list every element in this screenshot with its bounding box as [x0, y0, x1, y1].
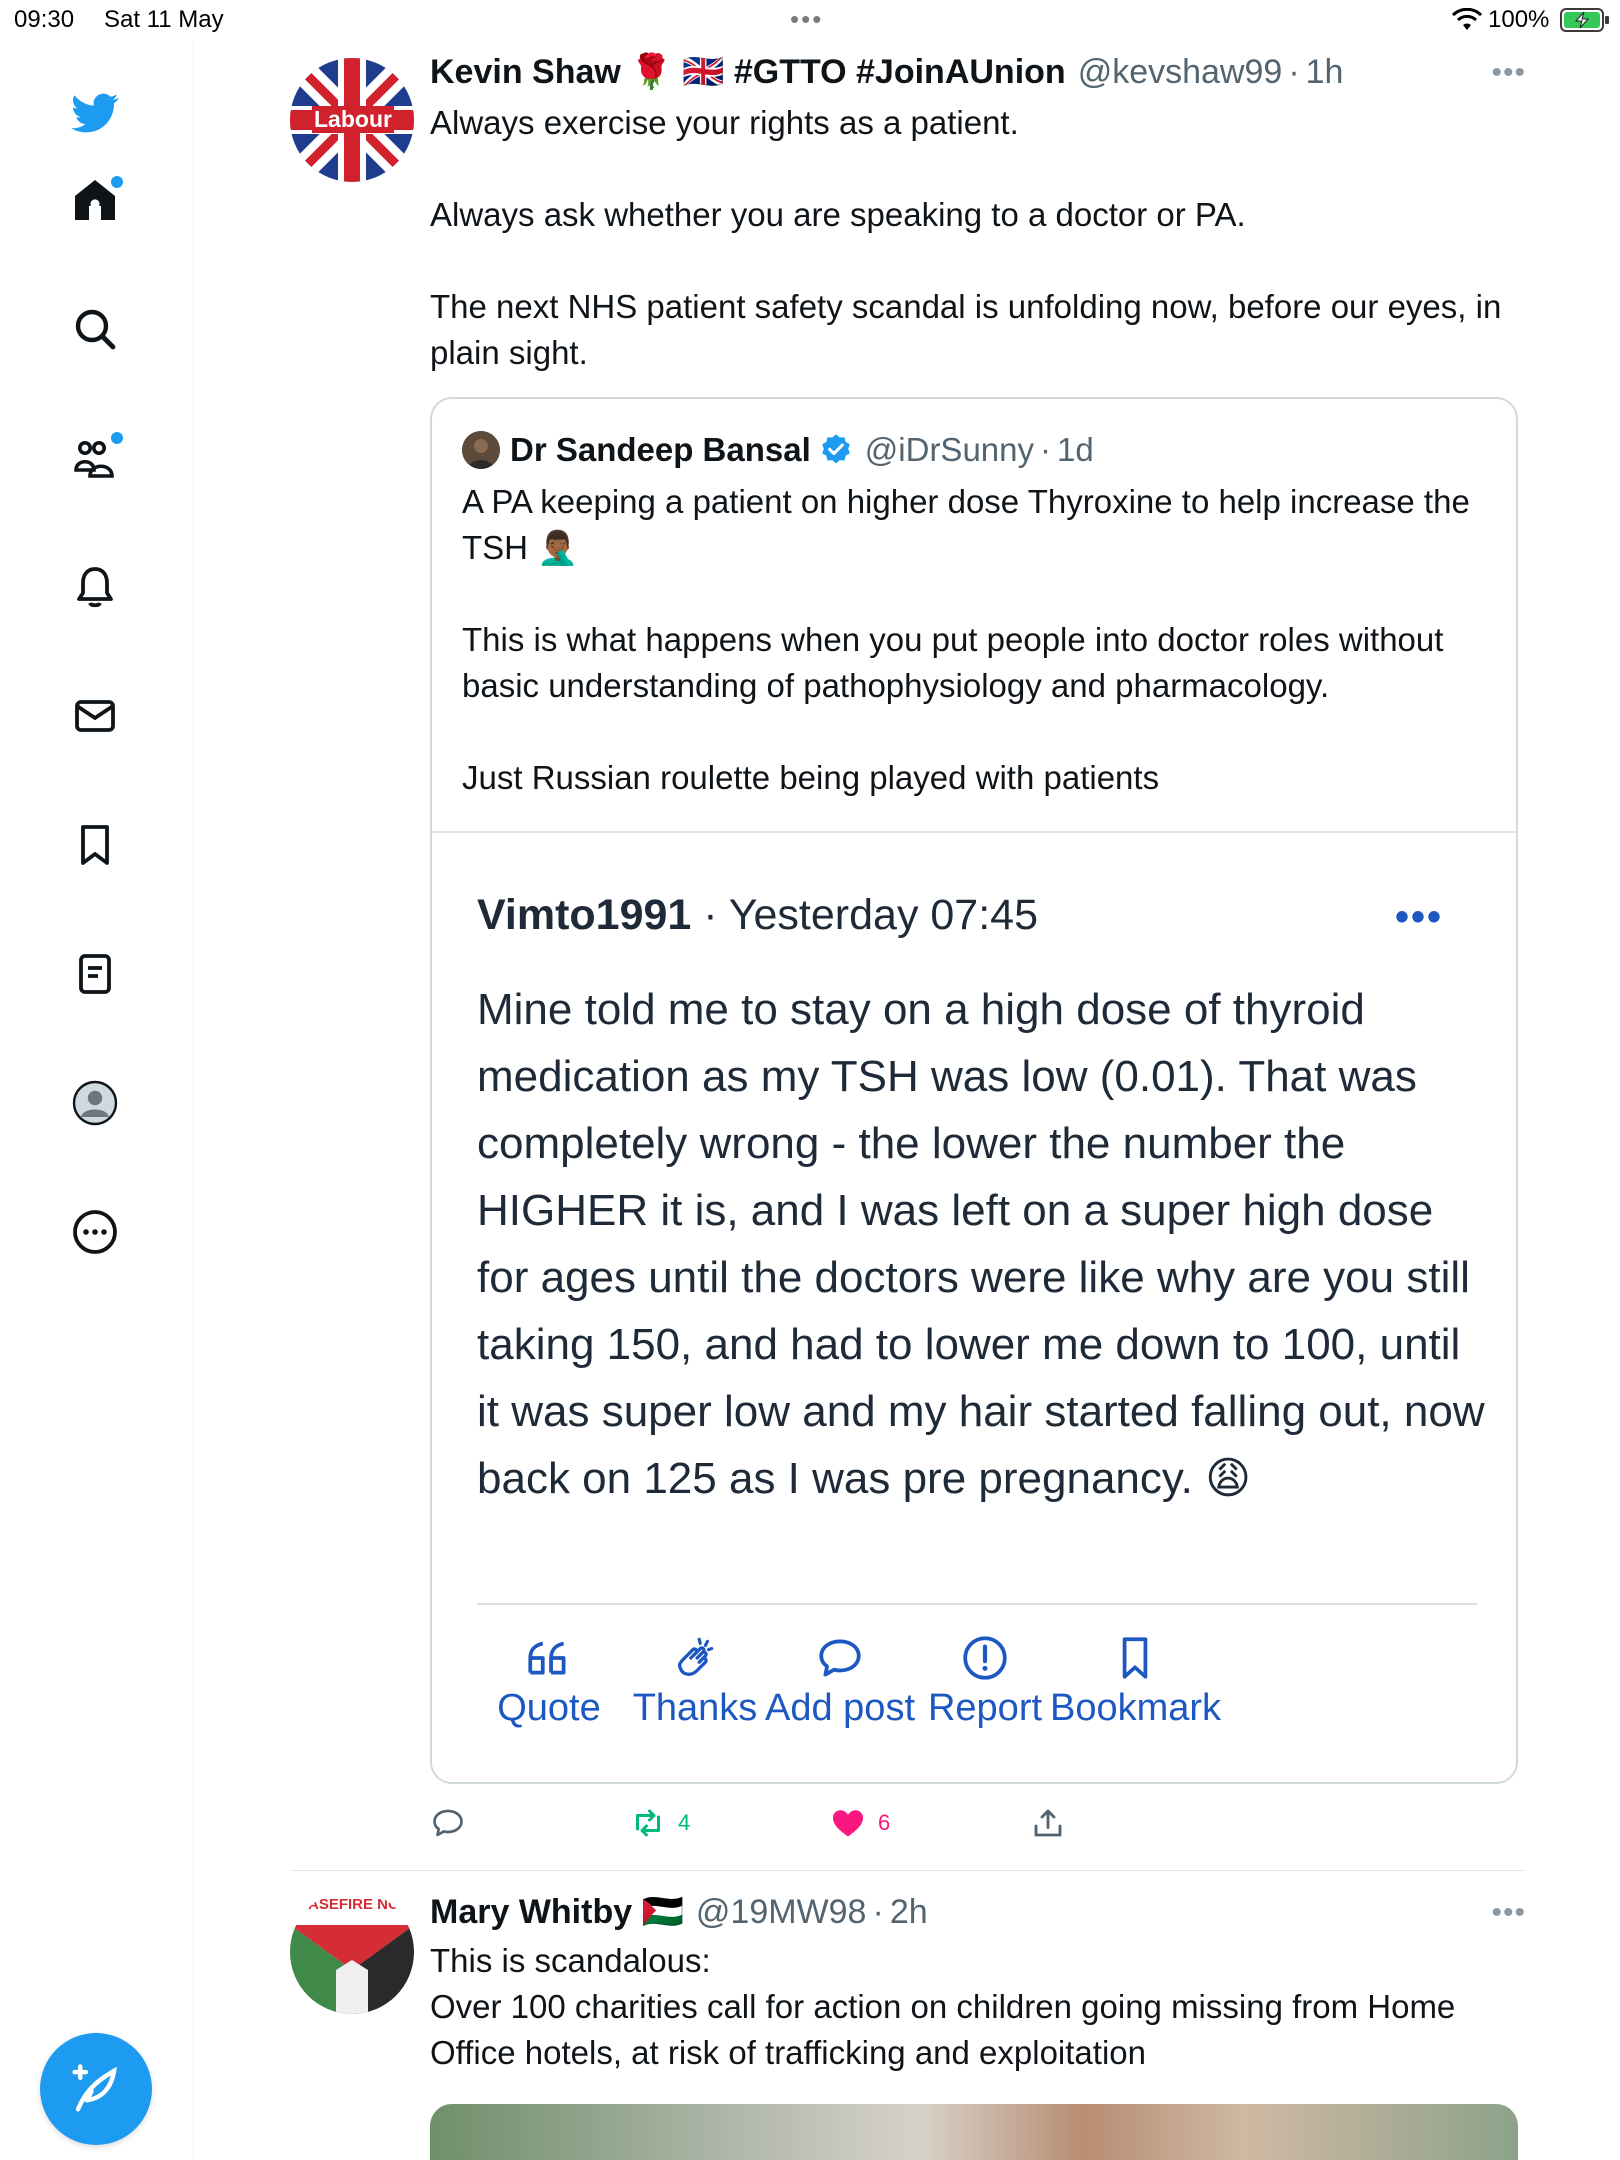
quote-author-handle[interactable]: @iDrSunny: [865, 431, 1034, 469]
profile-icon[interactable]: [67, 1075, 123, 1131]
avatar-label: Labour: [312, 106, 394, 133]
verified-badge-icon: [821, 434, 850, 464]
tweet-time[interactable]: 2h: [890, 1893, 928, 1932]
add-post-label: Add post: [765, 1687, 915, 1729]
tweet-header: Kevin Shaw 🌹 🇬🇧 #GTTO #JoinAUnion @kevsh…: [430, 52, 1343, 92]
search-icon[interactable]: [67, 301, 123, 357]
quoted-tweet[interactable]: Dr Sandeep Bansal @iDrSunny · 1d A PA ke…: [430, 397, 1518, 1784]
more-options-icon[interactable]: •••: [1491, 1896, 1526, 1930]
speech-bubble-icon: [819, 1639, 861, 1677]
tweet-actions: 4 6: [430, 1805, 1330, 1845]
forum-username: Vimto1991: [477, 891, 692, 939]
retweet-count: 4: [678, 1810, 691, 1835]
quote-avatar[interactable]: [462, 431, 500, 469]
forum-post-header: Vimto1991 · Yesterday 07:45: [477, 891, 1038, 940]
compose-button[interactable]: [40, 2033, 152, 2145]
sidebar-nav: [0, 40, 194, 2160]
forum-report-action: Report: [905, 1633, 1065, 1730]
quote-author-name[interactable]: Dr Sandeep Bansal: [510, 431, 811, 469]
tweet-text: Always exercise your rights as a patient…: [430, 104, 1502, 371]
multitasking-dots-icon[interactable]: •••: [790, 4, 823, 35]
battery-charging-icon: [1560, 8, 1609, 32]
dot-separator: ·: [703, 891, 729, 939]
retweet-button[interactable]: 4: [630, 1805, 690, 1841]
tweet-divider: [290, 1870, 1526, 1871]
communities-notification-dot: [111, 432, 123, 444]
clapping-hands-icon: [677, 1637, 714, 1676]
tweet[interactable]: Labour Kevin Shaw 🌹 🇬🇧 #GTTO #JoinAUnion…: [290, 40, 1526, 1870]
bookmark-icon: [1122, 1637, 1148, 1679]
quote-time[interactable]: 1d: [1057, 431, 1094, 469]
forum-add-post-action: Add post: [760, 1633, 920, 1730]
forum-bookmark-action: Bookmark: [1050, 1633, 1222, 1730]
forum-quote-action: Quote: [469, 1633, 629, 1730]
retweet-icon: [636, 1809, 660, 1837]
quote-text: A PA keeping a patient on higher dose Th…: [462, 483, 1470, 796]
bookmark-label: Bookmark: [1050, 1687, 1222, 1729]
avatar-label: ASEFIRE NC: [308, 1896, 399, 1913]
quote-media-image[interactable]: Vimto1991 · Yesterday 07:45 ••• Mine tol…: [432, 831, 1516, 1782]
reply-icon: [433, 1809, 463, 1837]
forum-thanks-action: Thanks: [615, 1633, 775, 1730]
more-icon[interactable]: [67, 1204, 123, 1260]
avatar[interactable]: Labour: [290, 58, 414, 182]
tweet-media-image[interactable]: [430, 2104, 1518, 2160]
wifi-icon: [1452, 8, 1482, 30]
lists-icon[interactable]: [67, 946, 123, 1002]
dot-separator: ·: [872, 1892, 884, 1931]
status-time: 09:30: [14, 6, 75, 33]
share-button[interactable]: [1030, 1805, 1078, 1841]
like-button[interactable]: 6: [830, 1805, 890, 1841]
quote-label: Quote: [497, 1687, 601, 1729]
forum-more-icon: •••: [1395, 895, 1444, 939]
notifications-icon[interactable]: [67, 559, 123, 615]
quote-header: Dr Sandeep Bansal @iDrSunny · 1d: [462, 431, 1094, 469]
battery-percentage: 100%: [1488, 6, 1550, 33]
more-options-icon[interactable]: •••: [1491, 56, 1526, 90]
communities-icon[interactable]: [67, 430, 123, 486]
status-date: Sat 11 May: [104, 6, 224, 33]
forum-post-body: Mine told me to stay on a high dose of t…: [477, 985, 1485, 1503]
quote-marks-icon: [528, 1641, 566, 1675]
report-label: Report: [927, 1687, 1043, 1729]
twitter-bird-icon[interactable]: [67, 85, 123, 141]
home-notification-dot: [111, 176, 123, 188]
like-count: 6: [878, 1810, 891, 1835]
status-bar: 09:30 Sat 11 May ••• 100%: [0, 0, 1620, 40]
author-name[interactable]: Mary Whitby 🇵🇸: [430, 1892, 684, 1932]
divider: [477, 1603, 1477, 1605]
forum-timestamp: Yesterday 07:45: [728, 891, 1038, 939]
dot-separator: ·: [1288, 52, 1300, 91]
home-icon[interactable]: [67, 172, 123, 228]
share-icon: [1034, 1809, 1062, 1837]
avatar[interactable]: ASEFIRE NC: [290, 1890, 414, 2014]
bookmarks-icon[interactable]: [67, 817, 123, 873]
reply-button[interactable]: [430, 1805, 478, 1841]
heart-filled-icon: [833, 1810, 863, 1837]
tweet-text: This is scandalous: Over 100 charities c…: [430, 1942, 1456, 2071]
author-handle[interactable]: @19MW98: [696, 1893, 867, 1932]
tweet-header: Mary Whitby 🇵🇸 @19MW98 · 2h: [430, 1892, 928, 1932]
messages-icon[interactable]: [67, 688, 123, 744]
author-name[interactable]: Kevin Shaw 🌹 🇬🇧 #GTTO #JoinAUnion: [430, 52, 1066, 92]
timeline-feed: Labour Kevin Shaw 🌹 🇬🇧 #GTTO #JoinAUnion…: [194, 40, 1620, 2160]
dot-separator: ·: [1040, 431, 1052, 468]
compose-feather-icon: [72, 2064, 117, 2112]
thanks-label: Thanks: [632, 1687, 758, 1729]
exclamation-circle-icon: [963, 1636, 1007, 1680]
tweet-time[interactable]: 1h: [1306, 53, 1344, 92]
author-handle[interactable]: @kevshaw99: [1078, 53, 1283, 92]
